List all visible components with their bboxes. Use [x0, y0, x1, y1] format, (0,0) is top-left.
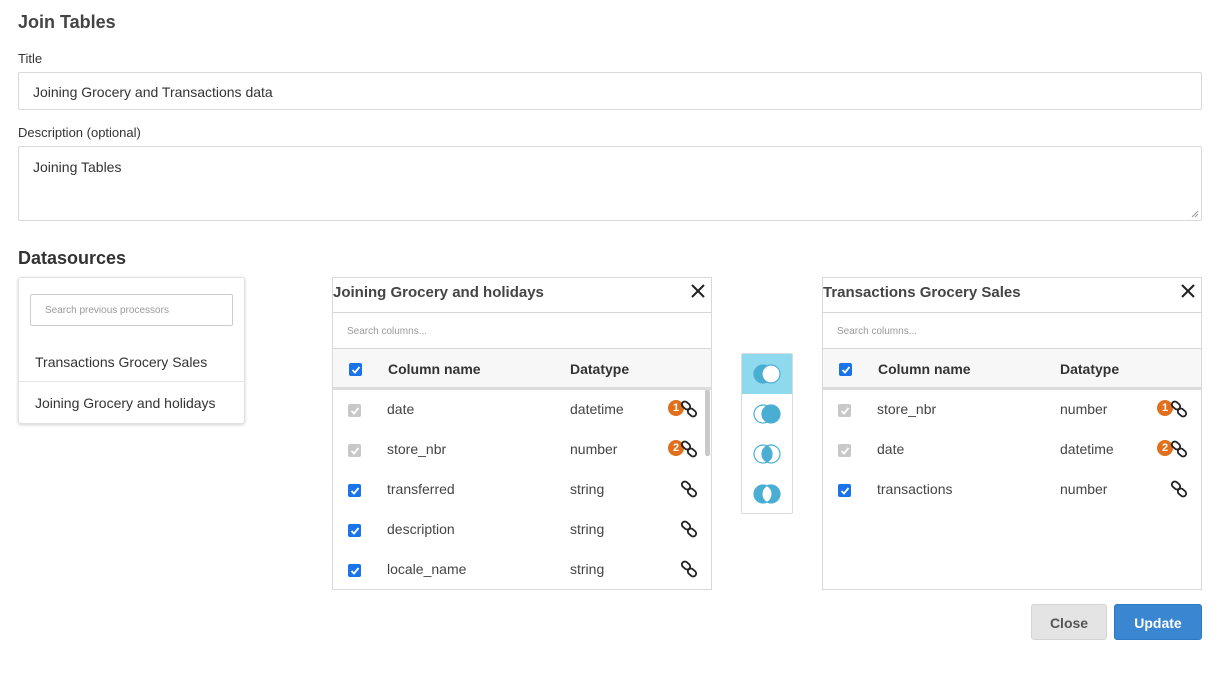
left-table-title: Joining Grocery and holidays	[333, 284, 544, 301]
check-icon	[840, 447, 850, 455]
link-icon[interactable]	[1170, 480, 1188, 498]
datatype-cell: string	[570, 521, 605, 537]
table-row: store_nbr number 2	[333, 430, 711, 470]
right-table-panel: Transactions Grocery Sales Search column…	[822, 277, 1202, 590]
processor-search-input[interactable]: Search previous processors	[30, 294, 233, 326]
check-icon	[350, 447, 360, 455]
table-row: date datetime 1	[333, 390, 711, 430]
table-row: description string	[333, 510, 711, 550]
table-row: transferred string	[333, 470, 711, 510]
link-icon[interactable]	[680, 440, 698, 458]
left-table-header: Column name Datatype	[333, 349, 711, 390]
check-icon	[350, 567, 360, 575]
datatype-cell: string	[570, 561, 605, 577]
column-name-cell: store_nbr	[387, 441, 447, 457]
datatype-cell: datetime	[1060, 441, 1114, 457]
resize-grip-icon[interactable]	[1191, 210, 1199, 218]
inner-join-icon	[753, 444, 781, 464]
column-checkbox[interactable]	[348, 524, 361, 537]
datatype-cell: string	[570, 481, 605, 497]
left-table-panel: Joining Grocery and holidays Search colu…	[332, 277, 712, 590]
datatype-cell: number	[570, 441, 618, 457]
datasource-list: Search previous processors Transactions …	[18, 277, 245, 424]
column-checkbox[interactable]	[348, 564, 361, 577]
check-icon	[350, 407, 360, 415]
left-column-search-input[interactable]: Search columns...	[333, 312, 711, 349]
close-icon[interactable]	[1179, 282, 1197, 300]
check-icon	[350, 527, 360, 535]
datasources-heading: Datasources	[18, 248, 127, 268]
page-title: Join Tables	[18, 12, 116, 32]
table-row: store_nbr number 1	[823, 390, 1201, 430]
right-join-button[interactable]	[742, 394, 792, 434]
outer-join-button[interactable]	[742, 474, 792, 513]
column-checkbox[interactable]	[838, 484, 851, 497]
table-row: date datetime 2	[823, 430, 1201, 470]
column-checkbox[interactable]	[348, 484, 361, 497]
join-type-selector	[741, 353, 793, 514]
close-icon[interactable]	[689, 282, 707, 300]
description-text: Joining Tables	[33, 159, 122, 175]
column-checkbox	[348, 404, 361, 417]
check-icon	[840, 407, 850, 415]
datasource-item-transactions[interactable]: Transactions Grocery Sales	[19, 342, 244, 382]
column-name-cell: date	[387, 401, 415, 417]
description-label: Description (optional)	[18, 125, 141, 140]
datatype-cell: datetime	[570, 401, 624, 417]
description-textarea[interactable]: Joining Tables	[18, 146, 1202, 221]
left-join-icon	[753, 364, 781, 384]
column-name-header: Column name	[878, 361, 971, 377]
table-row: transactions number	[823, 470, 1201, 510]
scrollbar-thumb[interactable]	[705, 390, 710, 456]
link-icon[interactable]	[680, 480, 698, 498]
update-button[interactable]: Update	[1114, 604, 1202, 640]
link-icon[interactable]	[680, 560, 698, 578]
column-name-cell: transferred	[387, 481, 455, 497]
title-label: Title	[18, 51, 43, 66]
column-name-cell: description	[387, 521, 455, 537]
column-name-cell: locale_name	[387, 561, 467, 577]
select-all-checkbox[interactable]	[839, 363, 852, 376]
column-checkbox	[838, 404, 851, 417]
right-table-title: Transactions Grocery Sales	[823, 284, 1021, 301]
column-checkbox	[348, 444, 361, 457]
outer-join-icon	[753, 484, 781, 504]
column-name-header: Column name	[388, 361, 481, 377]
left-join-button[interactable]	[742, 354, 792, 394]
column-name-cell: store_nbr	[877, 401, 937, 417]
check-icon	[841, 366, 851, 374]
link-icon[interactable]	[1170, 400, 1188, 418]
select-all-checkbox[interactable]	[349, 363, 362, 376]
title-input[interactable]: Joining Grocery and Transactions data	[18, 72, 1202, 110]
datatype-cell: number	[1060, 481, 1108, 497]
column-checkbox	[838, 444, 851, 457]
datatype-cell: number	[1060, 401, 1108, 417]
check-icon	[840, 487, 850, 495]
check-icon	[350, 487, 360, 495]
right-table-header: Column name Datatype	[823, 349, 1201, 390]
link-icon[interactable]	[1170, 440, 1188, 458]
check-icon	[351, 366, 361, 374]
link-icon[interactable]	[680, 520, 698, 538]
datatype-header: Datatype	[1060, 361, 1120, 377]
close-button[interactable]: Close	[1031, 604, 1107, 640]
datasource-item-grocery-holidays[interactable]: Joining Grocery and holidays	[19, 383, 244, 423]
right-column-search-input[interactable]: Search columns...	[823, 312, 1201, 349]
column-name-cell: date	[877, 441, 905, 457]
link-icon[interactable]	[680, 400, 698, 418]
datatype-header: Datatype	[570, 361, 630, 377]
right-join-icon	[753, 404, 781, 424]
column-name-cell: transactions	[877, 481, 953, 497]
inner-join-button[interactable]	[742, 434, 792, 474]
table-row: locale_name string	[333, 550, 711, 589]
